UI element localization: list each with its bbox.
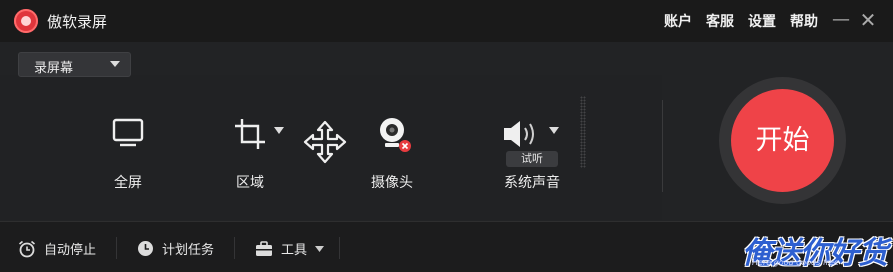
nav-service[interactable]: 客服 bbox=[706, 11, 734, 31]
chevron-down-icon bbox=[315, 245, 325, 252]
monitor-icon bbox=[112, 118, 144, 147]
minimize-button[interactable]: — bbox=[831, 10, 851, 30]
clock-icon bbox=[138, 241, 153, 256]
fullscreen-label: 全屏 bbox=[114, 175, 142, 191]
watermark-subtext: Here good goods free bbox=[752, 258, 839, 267]
region-label: 区域 bbox=[236, 175, 264, 191]
divider bbox=[662, 100, 663, 192]
region-tool[interactable]: 区域 bbox=[228, 80, 292, 195]
nav-account[interactable]: 账户 bbox=[664, 11, 692, 31]
close-button[interactable]: ✕ bbox=[858, 10, 878, 30]
listen-test-button[interactable]: 试听 bbox=[506, 151, 558, 167]
app-title: 傲软录屏 bbox=[47, 13, 108, 31]
chevron-down-icon[interactable] bbox=[549, 127, 559, 135]
webcam-icon bbox=[380, 118, 411, 152]
move-arrows-icon[interactable] bbox=[303, 120, 347, 164]
webcam-tool[interactable]: 摄像头 bbox=[360, 80, 424, 195]
webcam-label: 摄像头 bbox=[371, 175, 413, 191]
speaker-icon bbox=[504, 121, 534, 147]
divider bbox=[234, 237, 235, 259]
schedule-task-button[interactable]: 计划任务 bbox=[137, 239, 214, 258]
system-audio-tool[interactable]: 试听 系统声音 bbox=[496, 80, 568, 195]
alarm-clock-icon bbox=[18, 240, 36, 257]
drag-handle bbox=[580, 96, 586, 168]
record-mode-value: 录屏幕 bbox=[34, 61, 74, 76]
system-audio-label: 系统声音 bbox=[504, 175, 560, 191]
top-nav: 账户 客服 设置 帮助 bbox=[664, 11, 818, 31]
title-bar: 傲软录屏 账户 客服 设置 帮助 — ✕ bbox=[0, 0, 893, 42]
schedule-task-label: 计划任务 bbox=[162, 243, 215, 258]
fullscreen-tool[interactable]: 全屏 bbox=[96, 80, 160, 195]
nav-settings[interactable]: 设置 bbox=[748, 11, 776, 31]
chevron-down-icon[interactable] bbox=[274, 127, 284, 135]
divider bbox=[339, 237, 340, 259]
record-mode-select[interactable]: 录屏幕 bbox=[18, 52, 131, 77]
chevron-down-icon bbox=[110, 61, 120, 67]
auto-stop-button[interactable]: 自动停止 bbox=[18, 239, 96, 258]
toolbox-icon bbox=[256, 240, 272, 256]
crop-icon bbox=[235, 119, 265, 149]
app-window: 傲软录屏 账户 客服 设置 帮助 — ✕ 录屏幕 全屏 区域 摄像头 试听 系统… bbox=[0, 0, 893, 272]
tools-menu-label: 工具 bbox=[281, 243, 308, 258]
app-logo-icon bbox=[14, 9, 38, 33]
tools-menu-button[interactable]: 工具 bbox=[255, 239, 325, 258]
divider bbox=[116, 237, 117, 259]
start-button[interactable]: 开始 bbox=[731, 89, 834, 192]
auto-stop-label: 自动停止 bbox=[44, 243, 97, 258]
nav-help[interactable]: 帮助 bbox=[790, 11, 818, 31]
